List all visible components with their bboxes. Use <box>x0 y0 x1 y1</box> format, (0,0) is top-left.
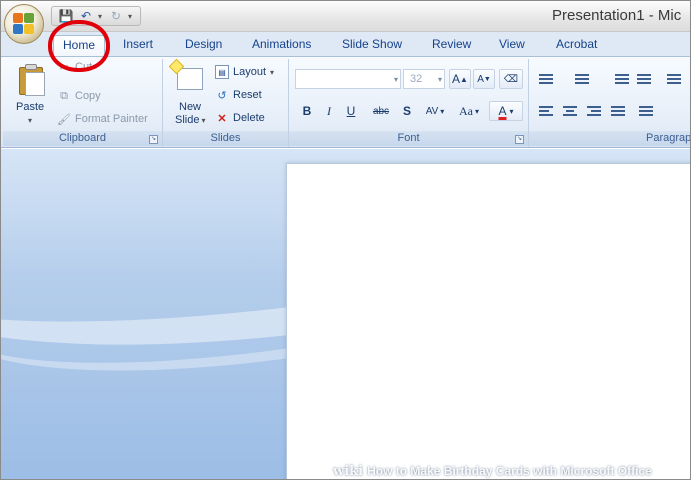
align-left-icon[interactable] <box>537 103 555 119</box>
spacing-dropdown-icon: ▾ <box>440 106 445 116</box>
decrease-indent-icon[interactable] <box>613 71 631 87</box>
bullets-icon[interactable] <box>537 71 555 87</box>
title-bar: 💾 ↶ ▾ ↻ ▾ Presentation1 - Mic <box>1 1 690 32</box>
font-color-dropdown-icon: ▾ <box>509 106 514 116</box>
paste-dropdown-icon[interactable]: ▾ <box>28 116 32 125</box>
clear-formatting-icon: ⌫ <box>503 73 519 85</box>
tab-design[interactable]: Design <box>176 35 231 56</box>
paragraph-group-label: Paragrap <box>529 131 690 146</box>
new-slide-icon[interactable] <box>168 58 205 91</box>
format-painter-icon: 🖌 <box>57 113 71 126</box>
tab-insert[interactable]: Insert <box>114 35 162 56</box>
office-button[interactable] <box>4 4 44 44</box>
copy-button[interactable]: ⧉ Copy <box>57 87 101 105</box>
slide-workspace <box>1 149 690 479</box>
paste-button[interactable]: Paste <box>16 101 44 113</box>
tab-review[interactable]: Review <box>423 35 480 56</box>
tab-acrobat[interactable]: Acrobat <box>547 35 606 56</box>
shadow-button[interactable]: S <box>397 101 417 121</box>
strikethrough-button[interactable]: abc <box>367 101 395 121</box>
shrink-font-button[interactable]: A ▼ <box>473 69 495 89</box>
paste-icon[interactable] <box>17 63 47 97</box>
line-spacing-icon[interactable] <box>665 71 683 87</box>
new-slide-label-1[interactable]: New <box>179 101 201 113</box>
reset-button[interactable]: ↺ Reset <box>215 86 261 104</box>
align-center-icon[interactable] <box>561 103 579 119</box>
slides-group-label: Slides <box>163 131 288 146</box>
shrink-arrow-icon: ▼ <box>483 75 491 83</box>
change-case-button[interactable]: Aa ▾ <box>453 101 485 121</box>
numbering-icon[interactable] <box>573 71 591 87</box>
customize-icon[interactable]: ▾ <box>128 12 134 21</box>
clipboard-group: Paste ▾ ✂ Cut ⧉ Copy 🖌 Format Painter Cl… <box>3 59 163 147</box>
increase-indent-icon[interactable] <box>635 71 653 87</box>
wikihow-watermark: wiki How to Make Birthday Cards with Mic… <box>333 463 652 479</box>
tab-view[interactable]: View <box>490 35 534 56</box>
redo-icon[interactable]: ↻ <box>108 9 124 23</box>
undo-dropdown-icon[interactable]: ▾ <box>98 12 104 21</box>
font-size-dropdown-icon: ▾ <box>437 75 442 84</box>
format-painter-button[interactable]: 🖌 Format Painter <box>57 110 148 128</box>
layout-button[interactable]: ▤ Layout ▾ <box>215 63 274 81</box>
grow-arrow-icon: ▲ <box>460 74 468 84</box>
office-logo-icon <box>13 13 35 35</box>
font-group: ▾ 32 ▾ A ▲ A ▼ ⌫ B I U abc S AV ▾ Aa ▾ A… <box>289 59 529 147</box>
home-tab-highlight-circle <box>48 20 110 72</box>
font-launcher-icon[interactable]: ↘ <box>515 135 524 144</box>
slide-canvas[interactable] <box>286 163 690 479</box>
reset-icon: ↺ <box>217 89 227 102</box>
font-color-button[interactable]: A ▾ <box>489 101 523 121</box>
copy-icon: ⧉ <box>60 89 68 102</box>
layout-icon: ▤ <box>215 65 229 79</box>
delete-icon: ✕ <box>217 112 227 125</box>
underline-button[interactable]: U <box>341 101 361 121</box>
font-name-dropdown-icon: ▾ <box>393 75 398 84</box>
paragraph-group: Paragrap <box>529 59 690 147</box>
new-slide-button[interactable]: Slide ▾ <box>175 114 205 126</box>
clipboard-group-label: Clipboard <box>3 131 162 146</box>
clipboard-launcher-icon[interactable]: ↘ <box>149 135 158 144</box>
justify-icon[interactable] <box>609 103 627 119</box>
font-group-label: Font <box>289 131 528 146</box>
tab-animations[interactable]: Animations <box>243 35 320 56</box>
slides-group: New Slide ▾ ▤ Layout ▾ ↺ Reset ✕ Delete … <box>163 58 289 147</box>
layout-dropdown-icon: ▾ <box>270 67 275 77</box>
font-size-combo[interactable]: 32 ▾ <box>403 69 445 89</box>
font-name-combo[interactable]: ▾ <box>295 69 401 89</box>
new-slide-dropdown-icon: ▾ <box>201 115 206 125</box>
delete-button[interactable]: ✕ Delete <box>215 109 264 127</box>
character-spacing-button[interactable]: AV ▾ <box>419 101 451 121</box>
clear-formatting-button[interactable]: ⌫ <box>499 69 523 89</box>
bold-button[interactable]: B <box>297 101 317 121</box>
columns-icon[interactable] <box>637 103 655 119</box>
change-case-dropdown-icon: ▾ <box>474 106 479 116</box>
align-right-icon[interactable] <box>585 103 603 119</box>
powerpoint-window: 💾 ↶ ▾ ↻ ▾ Presentation1 - Mic Home Inser… <box>0 0 691 480</box>
italic-button[interactable]: I <box>319 101 339 121</box>
grow-font-button[interactable]: A ▲ <box>449 69 471 89</box>
window-title: Presentation1 - Mic <box>552 7 682 24</box>
ribbon: Paste ▾ ✂ Cut ⧉ Copy 🖌 Format Painter Cl… <box>1 56 690 148</box>
tab-slide-show[interactable]: Slide Show <box>333 35 411 56</box>
